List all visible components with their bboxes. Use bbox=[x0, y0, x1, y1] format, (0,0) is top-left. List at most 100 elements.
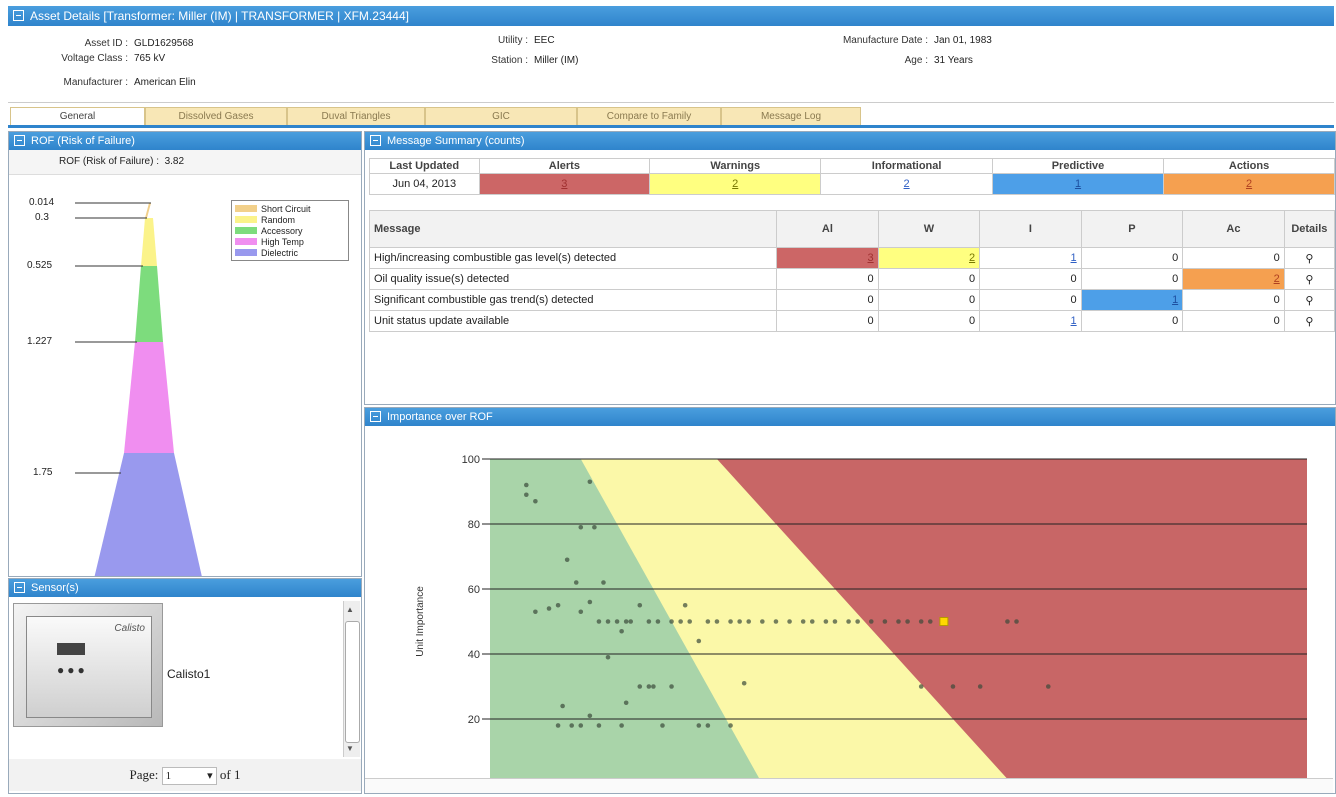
count-link[interactable]: 1 bbox=[1071, 315, 1077, 327]
legend-label: Dielectric bbox=[261, 247, 299, 258]
scatter-point bbox=[533, 498, 538, 504]
magnifier-icon[interactable]: ⚲ bbox=[1305, 274, 1313, 286]
magnifier-icon[interactable]: ⚲ bbox=[1305, 316, 1313, 328]
sensor-scrollbar[interactable]: ▲ ▼ bbox=[343, 601, 360, 757]
count-link[interactable]: 1 bbox=[1172, 294, 1178, 306]
rof-tick-03: 0.3 bbox=[35, 212, 49, 223]
count-link[interactable]: 1 bbox=[1071, 252, 1077, 264]
alerts-count[interactable]: 3 bbox=[561, 178, 567, 190]
scatter-point bbox=[669, 619, 674, 624]
cone-short-circuit bbox=[145, 203, 151, 218]
cell-alerts: 0 bbox=[776, 268, 879, 290]
summary-counts-table: Last Updated Alerts Warnings Information… bbox=[369, 158, 1335, 195]
collapse-icon[interactable] bbox=[370, 410, 381, 422]
cell-warnings: 0 bbox=[877, 268, 981, 290]
tab-gic[interactable]: GIC bbox=[425, 107, 577, 127]
chevron-down-icon: ▾ bbox=[207, 770, 213, 783]
scatter-point bbox=[682, 602, 688, 608]
col-alerts: Al bbox=[776, 210, 879, 248]
station-label: Station : bbox=[491, 55, 528, 66]
cell-actions: 0 bbox=[1182, 289, 1285, 311]
tab-compare-to-family[interactable]: Compare to Family bbox=[577, 107, 721, 127]
cell-actions: 2 bbox=[1182, 268, 1285, 290]
importance-chart-title: Importance over ROF bbox=[387, 411, 493, 423]
last-updated-value: Jun 04, 2013 bbox=[369, 173, 480, 195]
rof-value: 3.82 bbox=[164, 156, 185, 167]
predictive-header: Predictive bbox=[991, 158, 1165, 174]
message-table: Message Al W I P Ac Details High/increas… bbox=[368, 210, 1336, 332]
predictive-count-cell: 1 bbox=[991, 173, 1165, 195]
scatter-point bbox=[678, 619, 683, 624]
legend-item: Short Circuit bbox=[235, 203, 345, 214]
tab-general[interactable]: General bbox=[10, 107, 145, 127]
scrollbar-thumb[interactable] bbox=[345, 621, 360, 743]
importance-scatter-chart: 020406080100Unit ImportanceROF (Risk of … bbox=[415, 454, 1307, 791]
scatter-point bbox=[669, 684, 674, 689]
cell-warnings: 0 bbox=[877, 310, 981, 332]
count-link[interactable]: 2 bbox=[1274, 273, 1280, 285]
scatter-point bbox=[619, 723, 624, 728]
tab-message-log[interactable]: Message Log bbox=[721, 107, 861, 127]
tab-underline bbox=[8, 125, 1334, 128]
informational-count[interactable]: 2 bbox=[904, 178, 910, 190]
scatter-point bbox=[896, 619, 901, 624]
asset-id-value: GLD1629568 bbox=[134, 38, 194, 49]
cell-actions: 0 bbox=[1182, 247, 1285, 269]
predictive-count[interactable]: 1 bbox=[1075, 178, 1081, 190]
rof-panel: ROF (Risk of Failure) ROF (Risk of Failu… bbox=[8, 131, 362, 577]
rof-tick-0525: 0.525 bbox=[27, 260, 53, 271]
scatter-point bbox=[705, 723, 711, 728]
scatter-point bbox=[596, 619, 602, 624]
cell-predictive: 0 bbox=[1080, 268, 1184, 290]
window-title-bar: Asset Details [Transformer: Miller (IM) … bbox=[8, 6, 1334, 26]
collapse-icon[interactable] bbox=[14, 581, 25, 593]
count-link[interactable]: 3 bbox=[868, 252, 874, 264]
actions-count[interactable]: 2 bbox=[1246, 178, 1252, 190]
legend-label: High Temp bbox=[261, 236, 304, 247]
legend-item: Dielectric bbox=[235, 247, 345, 258]
legend-swatch bbox=[235, 249, 257, 256]
highlight-point bbox=[939, 617, 949, 626]
scatter-point bbox=[646, 619, 652, 624]
magnifier-icon[interactable]: ⚲ bbox=[1305, 295, 1313, 307]
rof-tick-0014: 0.014 bbox=[29, 197, 55, 208]
scatter-point bbox=[760, 619, 765, 624]
scroll-down-icon[interactable]: ▼ bbox=[346, 744, 354, 753]
manufacture-date-value: Jan 01, 1983 bbox=[934, 35, 992, 46]
scatter-point bbox=[605, 619, 611, 624]
scatter-point bbox=[737, 619, 742, 624]
scatter-point bbox=[746, 619, 752, 624]
col-message: Message bbox=[368, 210, 778, 248]
legend-swatch bbox=[235, 205, 257, 212]
scatter-point bbox=[596, 723, 602, 728]
scatter-point bbox=[773, 619, 779, 624]
collapse-icon[interactable] bbox=[13, 10, 24, 22]
table-row: Unit status update available 0 0 1 0 0 ⚲ bbox=[368, 310, 1336, 332]
voltage-label: Voltage Class : bbox=[61, 53, 128, 64]
age-value: 31 Years bbox=[934, 55, 973, 66]
scatter-point bbox=[800, 619, 806, 624]
page-select[interactable]: 1 ▾ bbox=[161, 767, 217, 786]
cell-warnings: 0 bbox=[877, 289, 981, 311]
rof-value-label: ROF (Risk of Failure) : bbox=[59, 156, 160, 167]
count-link[interactable]: 2 bbox=[969, 252, 975, 264]
warnings-header: Warnings bbox=[649, 158, 822, 174]
cell-informational: 0 bbox=[979, 268, 1082, 290]
tab-duval-triangles[interactable]: Duval Triangles bbox=[287, 107, 425, 127]
tab-dissolved-gases[interactable]: Dissolved Gases bbox=[145, 107, 287, 127]
cell-predictive: 0 bbox=[1080, 310, 1184, 332]
message-text: Unit status update available bbox=[368, 310, 778, 332]
table-row: Oil quality issue(s) detected 0 0 0 0 2 … bbox=[368, 268, 1336, 290]
scatter-point bbox=[592, 524, 597, 530]
magnifier-icon[interactable]: ⚲ bbox=[1305, 253, 1313, 265]
scroll-up-icon[interactable]: ▲ bbox=[346, 605, 354, 614]
sensor-device-image[interactable]: Calisto ●●● bbox=[13, 603, 163, 727]
scatter-point bbox=[573, 580, 579, 585]
collapse-icon[interactable] bbox=[370, 134, 381, 146]
details-cell: ⚲ bbox=[1283, 310, 1336, 332]
collapse-icon[interactable] bbox=[14, 134, 25, 146]
cell-informational: 1 bbox=[979, 247, 1082, 269]
warnings-count[interactable]: 2 bbox=[732, 178, 738, 190]
cell-actions: 0 bbox=[1182, 310, 1285, 332]
device-display bbox=[57, 643, 85, 655]
